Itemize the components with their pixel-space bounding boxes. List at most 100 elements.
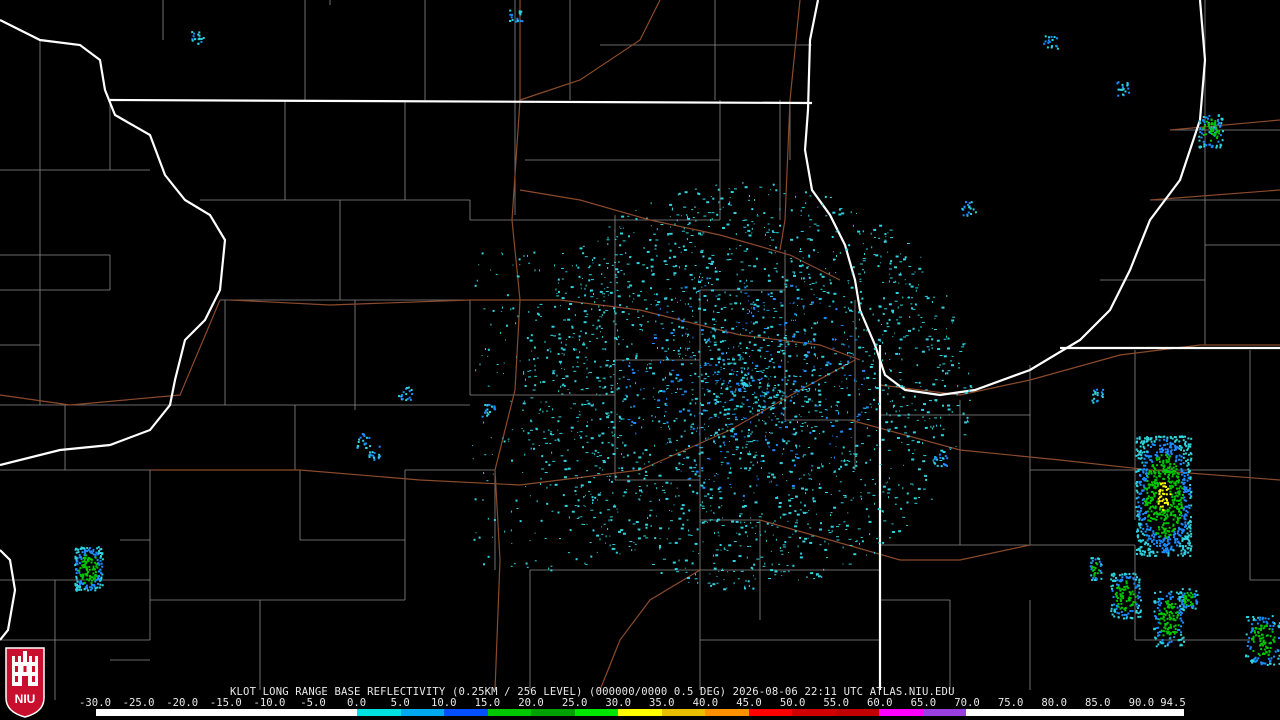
echo-pixel (604, 276, 606, 278)
echo-pixel (843, 460, 846, 463)
echo-pixel (594, 301, 596, 304)
echo-pixel (678, 246, 681, 248)
echo-pixel (708, 479, 710, 481)
echo-pixel (862, 269, 864, 271)
echo-pixel (889, 414, 891, 417)
echo-pixel (703, 338, 706, 341)
echo-pixel (1162, 630, 1165, 633)
echo-pixel (799, 375, 802, 377)
echo-pixel (1175, 631, 1178, 634)
echo-pixel (864, 351, 868, 353)
echo-pixel (743, 500, 745, 502)
echo-pixel (1259, 644, 1262, 647)
echo-pixel (796, 457, 800, 459)
echo-pixel (779, 208, 781, 211)
echo-pixel (698, 307, 701, 310)
echo-pixel (1178, 490, 1181, 493)
echo-pixel (740, 367, 744, 369)
echo-pixel (640, 495, 642, 497)
echo-pixel (674, 242, 677, 245)
colorbar-cell (183, 709, 227, 716)
echo-pixel (726, 385, 728, 387)
echo-pixel (949, 447, 953, 449)
echo-pixel (1161, 547, 1164, 550)
echo-pixel (1140, 599, 1142, 602)
echo-pixel (735, 362, 737, 365)
echo-pixel (946, 335, 947, 338)
echo-pixel (638, 417, 641, 419)
echo-pixel (1142, 539, 1145, 542)
echo-pixel (584, 294, 587, 297)
echo-pixel (698, 279, 699, 281)
echo-pixel (664, 350, 668, 352)
echo-pixel (776, 392, 778, 394)
echo-pixel (804, 331, 806, 333)
echo-pixel (561, 267, 564, 269)
echo-pixel (86, 578, 88, 581)
echo-pixel (1168, 536, 1170, 539)
echo-pixel (1137, 496, 1140, 499)
echo-pixel (703, 481, 706, 484)
echo-pixel (783, 337, 787, 339)
echo-pixel (710, 358, 714, 360)
echo-pixel (501, 252, 503, 254)
echo-pixel (760, 409, 764, 411)
echo-pixel (1114, 593, 1117, 596)
echo-pixel (1149, 520, 1152, 523)
echo-pixel (1133, 582, 1136, 585)
echo-pixel (629, 362, 631, 364)
echo-pixel (831, 530, 833, 533)
echo-pixel (649, 453, 652, 456)
echo-pixel (749, 545, 752, 547)
echo-pixel (621, 418, 625, 420)
echo-pixel (1171, 442, 1174, 445)
echo-pixel (895, 410, 897, 413)
echo-pixel (1144, 487, 1147, 490)
echo-pixel (874, 352, 876, 355)
echo-pixel (574, 505, 577, 507)
echo-pixel (1168, 471, 1171, 474)
echo-pixel (813, 322, 817, 325)
echo-pixel (717, 358, 721, 360)
echo-pixel (629, 385, 631, 388)
echo-pixel (608, 366, 610, 368)
echo-pixel (519, 19, 522, 22)
echo-pixel (619, 226, 621, 228)
echo-pixel (767, 383, 768, 385)
echo-pixel (809, 219, 812, 221)
echo-pixel (904, 279, 906, 281)
echo-pixel (1119, 88, 1122, 91)
echo-pixel (1260, 637, 1263, 640)
echo-pixel (907, 413, 910, 416)
echo-pixel (662, 359, 664, 361)
echo-pixel (741, 383, 745, 386)
echo-pixel (948, 414, 950, 416)
echo-pixel (550, 350, 552, 353)
echo-pixel (1267, 654, 1270, 657)
echo-pixel (618, 530, 621, 533)
echo-pixel (895, 255, 899, 258)
echo-pixel (654, 244, 657, 247)
echo-pixel (89, 550, 91, 553)
echo-pixel (1163, 512, 1166, 515)
echo-pixel (1164, 645, 1167, 648)
echo-pixel (875, 387, 879, 390)
echo-pixel (722, 359, 725, 362)
echo-pixel (866, 554, 867, 556)
echo-pixel (786, 564, 789, 566)
echo-pixel (561, 278, 564, 280)
echo-pixel (1152, 530, 1155, 533)
echo-pixel (879, 463, 882, 465)
echo-pixel (917, 314, 920, 316)
echo-pixel (792, 339, 794, 341)
echo-pixel (716, 373, 719, 375)
echo-pixel (680, 215, 682, 217)
echo-pixel (918, 267, 922, 270)
echo-pixel (1166, 448, 1169, 451)
echo-pixel (788, 375, 791, 378)
echo-pixel (924, 420, 926, 422)
echo-pixel (807, 537, 809, 539)
echo-pixel (815, 513, 817, 515)
echo-pixel (658, 499, 660, 502)
echo-pixel (642, 419, 644, 420)
